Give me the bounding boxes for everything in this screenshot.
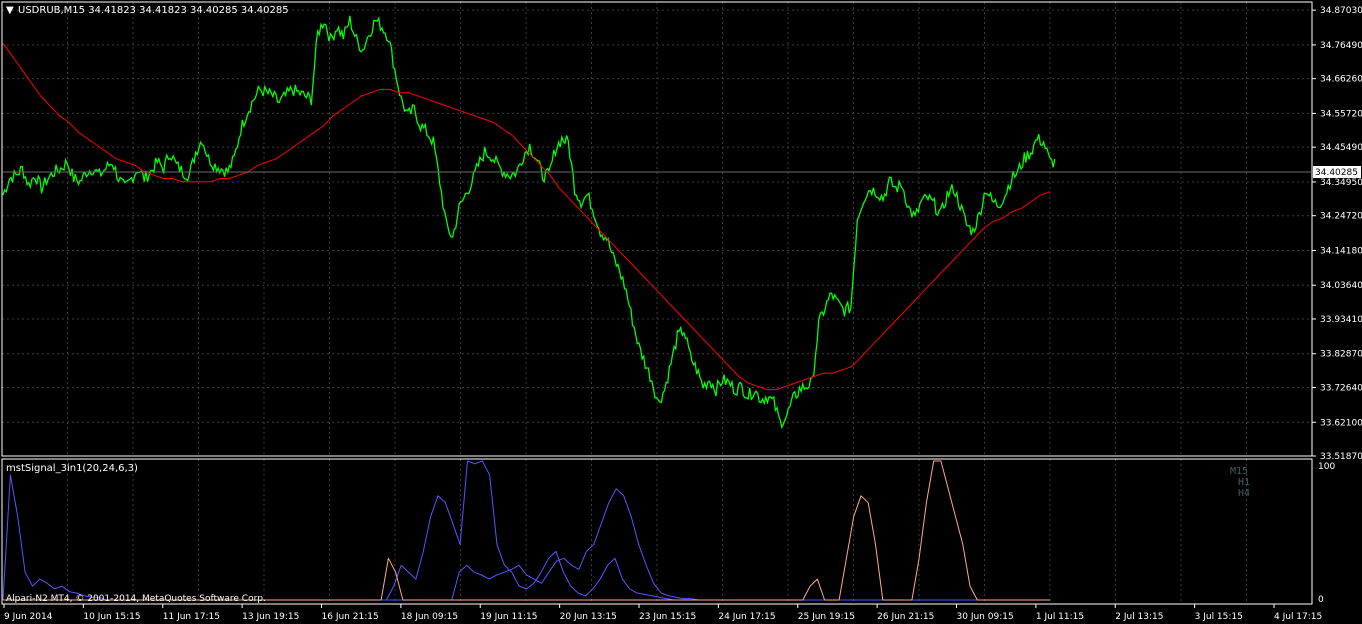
tf-label-h1: H1 — [1238, 477, 1250, 488]
symbol-dropdown-icon[interactable]: ▼ — [6, 5, 14, 16]
price-tick-label: 34.03640 — [1320, 281, 1362, 291]
tf-label-m15: M15 — [1230, 466, 1248, 477]
time-tick-label: 2 Jul 13:15 — [1115, 612, 1163, 622]
time-tick-label: 26 Jun 21:15 — [877, 612, 934, 622]
indicator-scale-bottom: 0 — [1318, 595, 1324, 605]
time-tick-label: 4 Jul 17:15 — [1274, 612, 1322, 622]
time-tick-label: 19 Jun 11:15 — [480, 612, 537, 622]
time-tick-label: 13 Jun 19:15 — [242, 612, 299, 622]
price-tick-label: 33.82870 — [1320, 350, 1362, 360]
time-tick-label: 20 Jun 13:15 — [560, 612, 617, 622]
time-tick-label: 9 Jun 2014 — [4, 612, 53, 622]
price-tick-label: 34.87030 — [1320, 6, 1362, 16]
time-tick-label: 25 Jun 19:15 — [798, 612, 855, 622]
time-tick-label: 30 Jun 09:15 — [957, 612, 1014, 622]
price-tick-label: 33.93410 — [1320, 315, 1362, 325]
price-tick-label: 33.51870 — [1320, 452, 1362, 462]
price-tick-label: 34.45490 — [1320, 143, 1362, 153]
price-tick-label: 34.24720 — [1320, 212, 1362, 222]
symbol-info-header: USDRUB,M15 34.41823 34.41823 34.40285 34… — [18, 5, 289, 16]
time-tick-label: 24 Jun 17:15 — [718, 612, 775, 622]
price-tick-label: 34.76490 — [1320, 41, 1362, 51]
current-price-label: 34.40285 — [1315, 168, 1358, 178]
tf-label-h4: H4 — [1238, 488, 1250, 499]
time-tick-label: 3 Jul 15:15 — [1195, 612, 1243, 622]
time-tick-label: 23 Jun 15:15 — [639, 612, 696, 622]
price-tick-label: 33.62100 — [1320, 418, 1362, 428]
price-tick-label: 33.72640 — [1320, 383, 1362, 393]
price-tick-label: 34.34950 — [1320, 178, 1362, 188]
price-tick-label: 34.55720 — [1320, 109, 1362, 119]
time-tick-label: 16 Jun 21:15 — [322, 612, 379, 622]
price-tick-label: 34.66260 — [1320, 75, 1362, 85]
mt4-chart-window[interactable]: 34.40285 34.87030 34.76490 34.66260 34.5572… — [0, 0, 1362, 624]
time-tick-label: 1 Jul 11:15 — [1036, 612, 1084, 622]
copyright-text: Alpari-N2 MT4, © 2001-2014, MetaQuotes S… — [6, 594, 266, 604]
chart-background — [0, 0, 1362, 624]
indicator-scale-top: 100 — [1318, 462, 1335, 472]
time-tick-label: 18 Jun 09:15 — [401, 612, 458, 622]
indicator-title[interactable]: mstSignal_3in1(20,24,6,3) — [6, 463, 138, 474]
price-tick-label: 34.14180 — [1320, 246, 1362, 256]
time-tick-label: 10 Jun 15:15 — [83, 612, 140, 622]
time-tick-label: 11 Jun 17:15 — [163, 612, 220, 622]
